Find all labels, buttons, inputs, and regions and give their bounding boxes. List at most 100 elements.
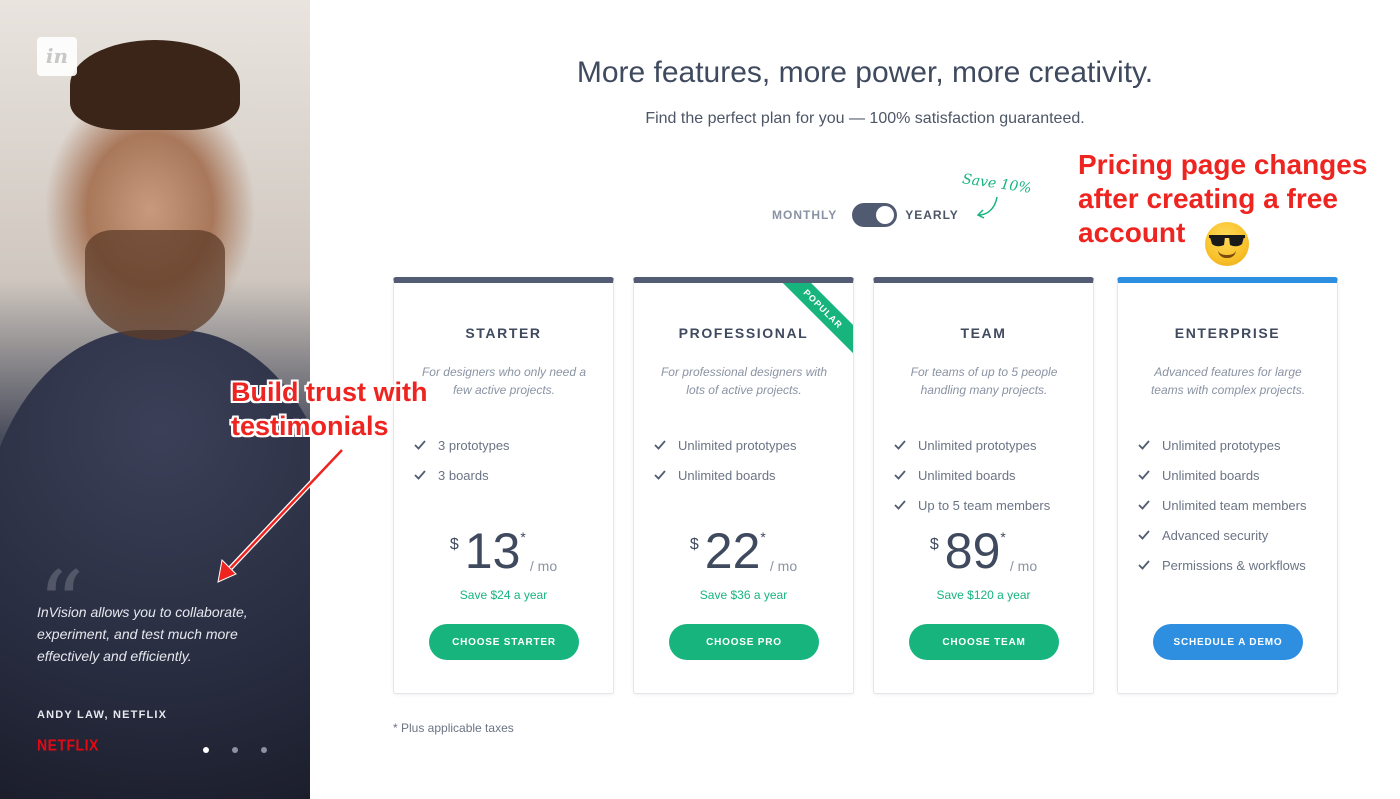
feature-text: Advanced security — [1162, 527, 1269, 543]
plan-description: For designers who only need a few active… — [421, 365, 587, 397]
netflix-logo: NETFLIX — [37, 736, 99, 754]
feature-text: Unlimited team members — [1162, 497, 1307, 513]
price-period: / mo — [529, 558, 558, 574]
monthly-label[interactable]: MONTHLY — [772, 208, 837, 222]
price-currency: $ — [449, 536, 459, 553]
plan-description: For teams of up to 5 people handling man… — [910, 365, 1058, 397]
annotation-line: testimonials — [231, 411, 389, 441]
check-icon — [1138, 470, 1150, 480]
annotation-testimonials: Build trust with testimonials — [231, 375, 427, 443]
billing-toggle: MONTHLY YEARLY — [772, 203, 959, 227]
annotation-line: Pricing page changes — [1078, 149, 1368, 180]
feature-item: Unlimited prototypes — [654, 430, 797, 460]
price-currency: $ — [929, 536, 939, 553]
check-icon — [894, 500, 906, 510]
testimonial-author: ANDY LAW, NETFLIX — [37, 709, 168, 721]
plan-name: TEAM — [960, 325, 1007, 341]
feature-item: Unlimited prototypes — [894, 430, 1050, 460]
plan-name: STARTER — [465, 325, 542, 341]
feature-text: Unlimited prototypes — [1162, 437, 1281, 453]
feature-text: Permissions & workflows — [1162, 557, 1306, 573]
feature-item: Permissions & workflows — [1138, 550, 1307, 580]
choose-starter-button[interactable]: CHOOSE STARTER — [429, 624, 579, 660]
feature-list: Unlimited prototypes Unlimited boards — [654, 430, 797, 490]
check-icon — [894, 440, 906, 450]
price-period: / mo — [769, 558, 798, 574]
price-asterisk: * — [520, 529, 526, 545]
smile — [1218, 250, 1236, 258]
pagination-dot-1[interactable] — [203, 747, 209, 753]
feature-list: Unlimited prototypes Unlimited boards Up… — [894, 430, 1050, 520]
choose-team-button[interactable]: CHOOSE TEAM — [909, 624, 1059, 660]
check-icon — [1138, 560, 1150, 570]
sunglasses-emoji-icon — [1205, 222, 1249, 266]
feature-list: Unlimited prototypes Unlimited boards Un… — [1138, 430, 1307, 580]
feature-item: 3 prototypes — [414, 430, 510, 460]
page-title: More features, more power, more creativi… — [576, 56, 1154, 89]
feature-item: Unlimited prototypes — [1138, 430, 1307, 460]
choose-pro-button[interactable]: CHOOSE PRO — [669, 624, 819, 660]
price-asterisk: * — [1000, 529, 1006, 545]
billing-switch[interactable] — [852, 203, 898, 227]
plan-card-enterprise: ENTERPRISE Advanced features for large t… — [1117, 277, 1338, 694]
feature-text: 3 boards — [438, 467, 489, 483]
plan-card-starter: STARTER For designers who only need a fe… — [393, 277, 614, 694]
check-icon — [1138, 530, 1150, 540]
popular-ribbon: POPULAR — [777, 283, 853, 355]
feature-item: Unlimited boards — [894, 460, 1050, 490]
yearly-label[interactable]: YEARLY — [905, 208, 959, 222]
check-icon — [1138, 500, 1150, 510]
price-currency: $ — [689, 536, 699, 553]
feature-text: Up to 5 team members — [918, 497, 1051, 513]
save-percent-note: Save 10% — [961, 171, 1033, 197]
feature-text: Unlimited boards — [1162, 467, 1260, 483]
person-beard — [85, 230, 225, 340]
pagination-dot-2[interactable] — [232, 747, 238, 753]
feature-item: Up to 5 team members — [894, 490, 1050, 520]
feature-item: Unlimited team members — [1138, 490, 1307, 520]
feature-list: 3 prototypes 3 boards — [414, 430, 510, 490]
taxes-footnote: * Plus applicable taxes — [393, 721, 514, 735]
red-arrow-icon — [217, 448, 344, 583]
person-hair — [70, 40, 240, 130]
testimonial-quote: InVision allows you to collaborate, expe… — [37, 604, 248, 664]
sunglasses-icon — [1209, 235, 1245, 247]
feature-item: Unlimited boards — [654, 460, 797, 490]
invision-logo-icon[interactable]: in — [37, 37, 77, 76]
feature-text: Unlimited boards — [918, 467, 1016, 483]
check-icon — [654, 470, 666, 480]
feature-text: Unlimited boards — [678, 467, 776, 483]
plan-savings: Save $120 a year — [936, 588, 1031, 602]
plan-savings: Save $36 a year — [699, 588, 788, 602]
feature-item: Advanced security — [1138, 520, 1307, 550]
schedule-demo-button[interactable]: SCHEDULE A DEMO — [1153, 624, 1303, 660]
feature-item: Unlimited boards — [1138, 460, 1307, 490]
plan-name: ENTERPRISE — [1174, 325, 1281, 341]
testimonial-pagination — [203, 747, 267, 753]
pagination-dot-3[interactable] — [261, 747, 267, 753]
curved-arrow-icon — [976, 196, 998, 219]
price-amount: 13 — [464, 523, 521, 579]
feature-text: Unlimited prototypes — [678, 437, 797, 453]
plan-name: PROFESSIONAL — [678, 325, 809, 341]
plan-price: $ 89 * / mo — [874, 526, 1093, 576]
price-asterisk: * — [760, 529, 766, 545]
feature-item: 3 boards — [414, 460, 510, 490]
plan-price: $ 13 * / mo — [394, 526, 613, 576]
feature-text: Unlimited prototypes — [918, 437, 1037, 453]
check-icon — [894, 470, 906, 480]
feature-text: 3 prototypes — [438, 437, 510, 453]
plan-savings: Save $24 a year — [459, 588, 548, 602]
annotation-line: Build trust with — [231, 377, 428, 407]
price-amount: 89 — [944, 523, 1001, 579]
plan-description: For professional designers with lots of … — [660, 365, 828, 397]
plan-card-professional: POPULAR PROFESSIONAL For professional de… — [633, 277, 854, 694]
plan-card-team: TEAM For teams of up to 5 people handlin… — [873, 277, 1094, 694]
plan-price: $ 22 * / mo — [634, 526, 853, 576]
check-icon — [414, 470, 426, 480]
page-subtitle: Find the perfect plan for you — 100% sat… — [645, 110, 1085, 127]
check-icon — [1138, 440, 1150, 450]
annotation-line: after creating a free — [1078, 183, 1338, 214]
plan-description: Advanced features for large teams with c… — [1150, 365, 1306, 397]
price-period: / mo — [1009, 558, 1038, 574]
